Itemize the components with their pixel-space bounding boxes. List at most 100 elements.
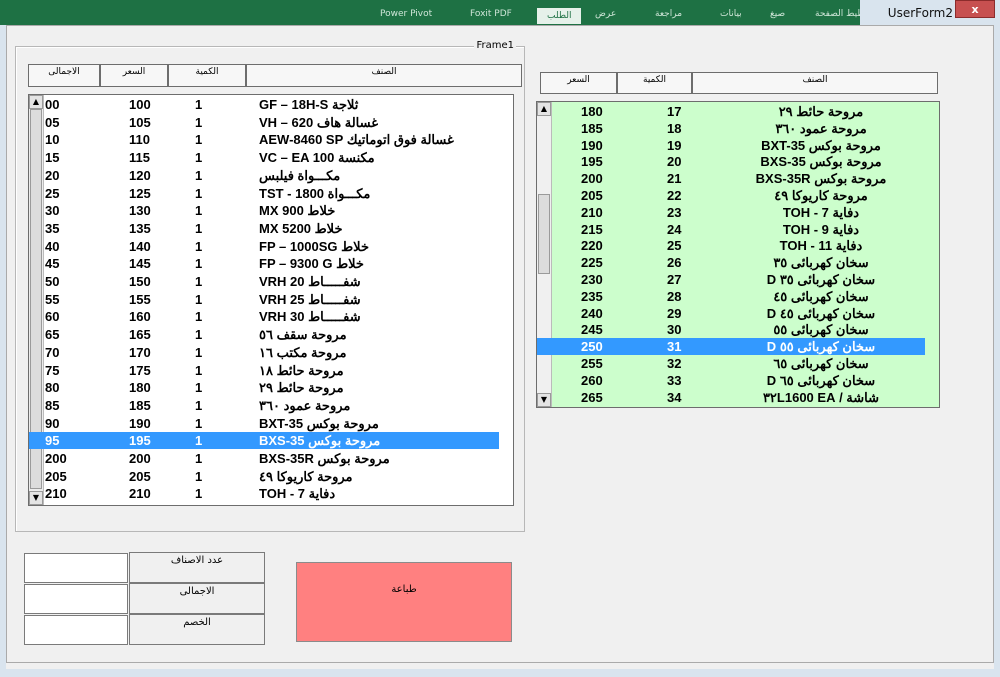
item-price: 200 — [129, 451, 151, 466]
item-total: 80 — [45, 380, 60, 396]
selected-list-item[interactable]: 230 27 سخان كهربائى ٣٥ D — [537, 271, 925, 288]
item-total: 65 — [45, 327, 60, 343]
list-item[interactable]: 00 100 1 ثلاجة GF – 18H-S — [29, 96, 499, 113]
list-item[interactable]: 50 150 1 شفـــــاط VRH 20 — [29, 273, 499, 290]
item-qty: 1 — [195, 150, 203, 166]
item-qty: 1 — [195, 397, 203, 413]
total-field[interactable] — [24, 584, 128, 614]
selected-item-price: 190 — [581, 137, 603, 153]
item-name: خلاط MX 5200 — [259, 220, 343, 236]
selected-item-price: 265 — [581, 389, 603, 405]
item-qty: 1 — [195, 433, 203, 449]
item-price: 130 — [129, 203, 151, 219]
list-item[interactable]: 205 205 1 مروحة كاريوكا ٤٩ — [29, 468, 499, 485]
selected-item-qty: 21 — [667, 171, 682, 187]
list-item[interactable]: 200 200 1 مروحة بوكس BXS-35R — [29, 450, 499, 467]
list-item[interactable]: 60 160 1 شفـــــاط VRH 30 — [29, 308, 499, 325]
selected-list-item[interactable]: 190 19 مروحة بوكس BXT-35 — [537, 137, 925, 154]
selected-item-qty: 30 — [667, 322, 682, 338]
selected-list-item[interactable]: 225 26 سخان كهربائى ٣٥ — [537, 254, 925, 271]
item-name: مروحة حائط ٢٩ — [259, 380, 344, 396]
list-item[interactable]: 65 165 1 مروحة سقف ٥٦ — [29, 326, 499, 343]
selected-list-item[interactable]: 200 21 مروحة بوكس BXS-35R — [537, 170, 925, 187]
selected-item-qty: 24 — [667, 221, 682, 237]
list-item[interactable]: 80 180 1 مروحة حائط ٢٩ — [29, 379, 499, 396]
selected-list-item[interactable]: 210 23 دفاية TOH - 7 — [537, 204, 925, 221]
list-item[interactable]: 45 145 1 خلاط FP – 9300 G — [29, 255, 499, 272]
selected-list-item[interactable]: 205 22 مروحة كاريوكا ٤٩ — [537, 187, 925, 204]
item-total: 00 — [45, 97, 60, 112]
item-qty: 1 — [195, 220, 203, 236]
list-item[interactable]: 55 155 1 شفـــــاط VRH 25 — [29, 291, 499, 308]
print-button[interactable]: طباعة — [296, 562, 512, 642]
left-header-total-label: الاجمالى — [48, 67, 80, 77]
list-item[interactable]: 210 210 1 دفاية TOH - 7 — [29, 485, 499, 502]
item-name: خلاط FP – 9300 G — [259, 256, 364, 272]
item-price: 180 — [129, 380, 151, 396]
item-qty: 1 — [195, 415, 203, 431]
item-name: مروحة مكتب ١٦ — [259, 344, 347, 360]
selected-list-item[interactable]: 245 30 سخان كهربائى ٥٥ — [537, 321, 925, 338]
list-item[interactable]: 20 120 1 مكـــواة فيلبس — [29, 167, 499, 184]
left-header-price-label: السعر — [122, 67, 146, 77]
item-price: 120 — [129, 167, 151, 183]
close-button[interactable]: x — [955, 0, 995, 18]
list-item[interactable]: 90 190 1 مروحة بوكس BXT-35 — [29, 415, 499, 432]
list-item[interactable]: 30 130 1 خلاط MX 900 — [29, 202, 499, 219]
item-name: غسالة هاف VH – 620 — [259, 114, 379, 130]
selected-items-listbox[interactable]: ▲ ▼ 180 17 مروحة حائط ٢٩ 185 18 مروحة عمود ٣٦… — [536, 101, 940, 408]
selected-item-price: 240 — [581, 305, 603, 321]
list-item[interactable]: 15 115 1 مكنسة VC – EA 100 — [29, 149, 499, 166]
selected-item-price: 230 — [581, 272, 603, 287]
list-item[interactable]: 40 140 1 خلاط FP – 1000SG — [29, 238, 499, 255]
item-total: 25 — [45, 185, 60, 201]
item-name: مروحة بوكس BXT-35 — [259, 415, 379, 431]
ribbon-tab: الطلب — [537, 8, 582, 24]
selected-list-item[interactable]: 195 20 مروحة بوكس BXS-35 — [537, 153, 925, 170]
item-total: 95 — [45, 433, 60, 449]
selected-list-item[interactable]: 240 29 سخان كهربائى ٤٥ D — [537, 305, 925, 322]
item-name: مروحة بوكس BXS-35R — [259, 451, 390, 466]
item-price: 105 — [129, 114, 151, 130]
list-item[interactable]: 10 110 1 غسالة فوق اتوماتيك AEW-8460 SP — [29, 131, 499, 148]
items-listbox[interactable]: ▲ ▼ 00 100 1 ثلاجة GF – 18H-S 05 105 1 غسالة ها… — [28, 94, 514, 506]
selected-item-name: مروحة بوكس BXS-35R — [755, 171, 887, 187]
selected-list-item[interactable]: 255 32 سخان كهربائى ٦٥ — [537, 355, 925, 372]
item-total: 35 — [45, 220, 60, 236]
selected-list-item[interactable]: 265 34 شاشة / EA ٣٢L1600 — [537, 389, 925, 406]
item-name: مكـــواة فيلبس — [259, 167, 341, 183]
list-item[interactable]: 25 125 1 مكـــواة TST - 1800 — [29, 185, 499, 202]
selected-list-item[interactable]: 215 24 دفاية TOH - 9 — [537, 221, 925, 238]
discount-field[interactable] — [24, 615, 128, 645]
item-price: 165 — [129, 327, 151, 343]
list-item[interactable]: 05 105 1 غسالة هاف VH – 620 — [29, 114, 499, 131]
window-title-bar: Power Pivot Foxit PDF الطلب عرض مراجعة بيانات… — [0, 0, 1000, 25]
selected-list-item[interactable]: 260 33 سخان كهربائى ٦٥ D — [537, 372, 925, 389]
selected-list-item[interactable]: 250 31 سخان كهربائى ٥٥ D — [537, 338, 925, 356]
item-price: 175 — [129, 362, 151, 378]
item-price: 150 — [129, 274, 151, 289]
selected-item-name: سخان كهربائى ٣٥ — [773, 255, 869, 271]
item-count-field[interactable] — [24, 553, 128, 583]
item-qty: 1 — [195, 238, 203, 254]
list-item[interactable]: 70 170 1 مروحة مكتب ١٦ — [29, 344, 499, 361]
list-item[interactable]: 95 195 1 مروحة بوكس BXS-35 — [29, 432, 499, 450]
selected-item-qty: 32 — [667, 356, 682, 371]
list-item[interactable]: 75 175 1 مروحة حائط ١٨ — [29, 362, 499, 379]
selected-list-item[interactable]: 180 17 مروحة حائط ٢٩ — [537, 103, 925, 120]
selected-item-qty: 26 — [667, 255, 682, 271]
left-header-qty: الكمية — [168, 64, 246, 87]
selected-list-item[interactable]: 220 25 دفاية TOH - 11 — [537, 237, 925, 254]
item-qty: 1 — [195, 256, 203, 272]
selected-list-item[interactable]: 235 28 سخان كهربائى ٤٥ — [537, 288, 925, 305]
ribbon-tab: Power Pivot — [380, 9, 433, 19]
item-name: مكنسة VC – EA 100 — [259, 150, 375, 166]
selected-item-qty: 17 — [667, 104, 682, 119]
selected-list-item[interactable]: 185 18 مروحة عمود ٣٦٠ — [537, 120, 925, 137]
right-header-name: الصنف — [692, 72, 938, 94]
item-price: 125 — [129, 185, 151, 201]
list-item[interactable]: 85 185 1 مروحة عمود ٣٦٠ — [29, 397, 499, 414]
item-name: مروحة سقف ٥٦ — [259, 327, 347, 343]
selected-item-price: 210 — [581, 204, 603, 220]
list-item[interactable]: 35 135 1 خلاط MX 5200 — [29, 220, 499, 237]
